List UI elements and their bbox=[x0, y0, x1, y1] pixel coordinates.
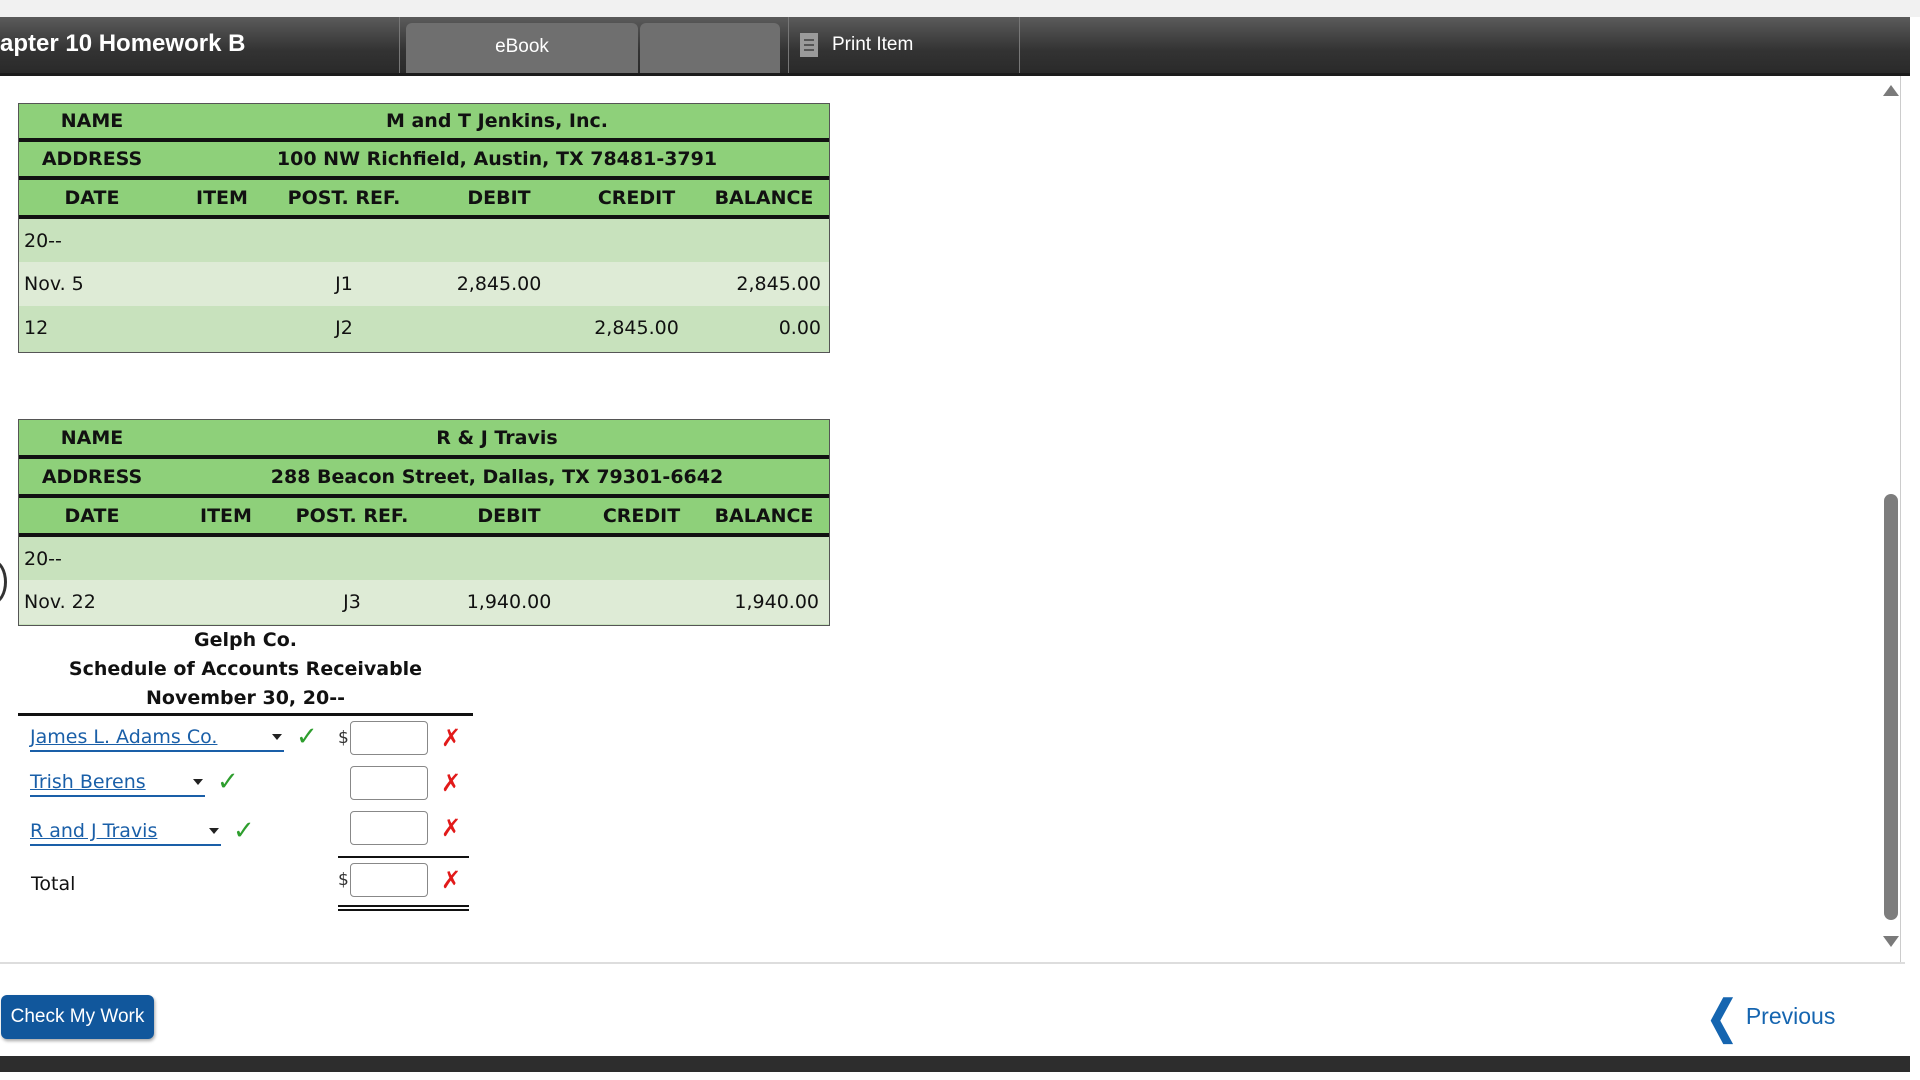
error-x-icon: ✗ bbox=[441, 769, 462, 797]
total-label: Total bbox=[31, 873, 76, 895]
chevron-down-icon bbox=[209, 828, 219, 834]
table-row: 20-- bbox=[19, 219, 829, 262]
top-gap bbox=[0, 0, 1920, 17]
toolbar-divider bbox=[399, 17, 400, 73]
check-icon: ✓ bbox=[296, 722, 318, 752]
error-x-icon: ✗ bbox=[441, 814, 462, 842]
col-balance: BALANCE bbox=[714, 186, 814, 209]
schedule-header-rule bbox=[18, 713, 473, 716]
col-debit: DEBIT bbox=[477, 504, 541, 527]
customer-select-3-value: R and J Travis bbox=[30, 820, 158, 842]
ledger-name-row: NAME R & J Travis bbox=[19, 420, 829, 459]
customer-select-2-value: Trish Berens bbox=[30, 771, 146, 793]
row-date: 12 bbox=[24, 317, 49, 339]
currency-symbol: $ bbox=[338, 870, 349, 890]
col-post-ref: POST. REF. bbox=[287, 186, 401, 209]
chevron-down-icon bbox=[272, 734, 282, 740]
toolbar-divider bbox=[1019, 17, 1020, 73]
footer-bar bbox=[0, 962, 1905, 1056]
col-debit: DEBIT bbox=[467, 186, 531, 209]
name-label: NAME bbox=[60, 426, 124, 449]
customer-select-1-value: James L. Adams Co. bbox=[30, 726, 218, 748]
print-icon bbox=[800, 32, 818, 57]
row-post-ref: J1 bbox=[335, 273, 353, 295]
error-x-icon: ✗ bbox=[441, 866, 462, 894]
ledger-travis: NAME R & J Travis ADDRESS 288 Beacon Str… bbox=[18, 419, 830, 626]
ledger-address-row: ADDRESS 288 Beacon Street, Dallas, TX 79… bbox=[19, 459, 829, 498]
customer-name: M and T Jenkins, Inc. bbox=[385, 110, 609, 132]
error-x-icon: ✗ bbox=[441, 724, 462, 752]
row-date: 20-- bbox=[24, 229, 62, 252]
row-post-ref: J2 bbox=[335, 317, 353, 339]
schedule-date: November 30, 20-- bbox=[146, 687, 345, 709]
table-row: Nov. 5 J1 2,845.00 2,845.00 bbox=[19, 262, 829, 306]
print-item-button[interactable]: Print Item bbox=[800, 29, 913, 61]
row-date: Nov. 22 bbox=[24, 591, 96, 613]
customer-select-1[interactable]: James L. Adams Co. bbox=[30, 724, 284, 752]
row-balance: 2,845.00 bbox=[736, 273, 821, 295]
col-post-ref: POST. REF. bbox=[295, 504, 409, 527]
col-credit: CREDIT bbox=[597, 186, 676, 209]
assignment-toolbar: apter 10 Homework B eBook Print Item bbox=[0, 17, 1910, 76]
check-icon: ✓ bbox=[233, 816, 255, 846]
col-credit: CREDIT bbox=[602, 504, 681, 527]
row-debit: 2,845.00 bbox=[456, 273, 542, 295]
row-balance: 1,940.00 bbox=[734, 591, 819, 613]
row-debit: 1,940.00 bbox=[466, 591, 552, 613]
customer-address: 100 NW Richfield, Austin, TX 78481-3791 bbox=[276, 148, 718, 170]
col-balance: BALANCE bbox=[714, 504, 814, 527]
total-input[interactable] bbox=[350, 863, 428, 897]
address-label: ADDRESS bbox=[41, 148, 143, 170]
customer-address: 288 Beacon Street, Dallas, TX 79301-6642 bbox=[270, 465, 724, 488]
schedule-company: Gelph Co. bbox=[194, 629, 297, 651]
amount-input-1[interactable] bbox=[350, 721, 428, 755]
tab-blank[interactable] bbox=[640, 23, 780, 73]
previous-button[interactable]: ❮ Previous bbox=[1706, 993, 1836, 1043]
col-date: DATE bbox=[64, 504, 120, 527]
row-date: 20-- bbox=[24, 547, 62, 570]
ledger-name-row: NAME M and T Jenkins, Inc. bbox=[19, 104, 829, 142]
schedule-title: Schedule of Accounts Receivable bbox=[68, 658, 423, 680]
check-icon: ✓ bbox=[217, 767, 239, 797]
ledger-jenkins: NAME M and T Jenkins, Inc. ADDRESS 100 N… bbox=[18, 103, 830, 353]
scroll-up-arrow-icon[interactable] bbox=[1883, 85, 1899, 96]
ledger-address-row: ADDRESS 100 NW Richfield, Austin, TX 784… bbox=[19, 142, 829, 180]
chevron-left-icon: ❮ bbox=[1706, 992, 1738, 1044]
customer-name: R & J Travis bbox=[436, 426, 558, 449]
ledger-column-headers: DATE ITEM POST. REF. DEBIT CREDIT BALANC… bbox=[19, 180, 829, 219]
bottom-bar bbox=[0, 1056, 1910, 1072]
toolbar-divider bbox=[788, 17, 789, 73]
scrollbar-thumb[interactable] bbox=[1884, 494, 1898, 920]
currency-symbol: $ bbox=[338, 728, 349, 748]
subtotal-rule bbox=[338, 856, 469, 858]
amount-input-2[interactable] bbox=[350, 766, 428, 800]
amount-input-3[interactable] bbox=[350, 811, 428, 845]
total-double-rule bbox=[338, 909, 469, 911]
assignment-title: apter 10 Homework B bbox=[0, 30, 246, 57]
row-balance: 0.00 bbox=[778, 317, 821, 339]
tab-ebook[interactable]: eBook bbox=[406, 23, 638, 73]
row-credit: 2,845.00 bbox=[594, 317, 679, 339]
row-post-ref: J3 bbox=[343, 591, 361, 613]
address-label: ADDRESS bbox=[41, 465, 143, 488]
table-row: 20-- bbox=[19, 537, 829, 580]
tab-ebook-label: eBook bbox=[495, 36, 549, 57]
total-double-rule bbox=[338, 905, 469, 907]
previous-label: Previous bbox=[1745, 1003, 1836, 1029]
print-item-label: Print Item bbox=[832, 34, 914, 55]
row-date: Nov. 5 bbox=[24, 273, 84, 295]
col-date: DATE bbox=[64, 186, 120, 209]
chevron-down-icon bbox=[193, 779, 203, 785]
check-my-work-button[interactable]: Check My Work bbox=[1, 995, 154, 1039]
name-label: NAME bbox=[60, 110, 124, 132]
scroll-down-arrow-icon[interactable] bbox=[1883, 936, 1899, 947]
table-row: 12 J2 2,845.00 0.00 bbox=[19, 306, 829, 350]
customer-select-2[interactable]: Trish Berens bbox=[30, 769, 205, 797]
ledger-column-headers: DATE ITEM POST. REF. DEBIT CREDIT BALANC… bbox=[19, 498, 829, 537]
table-row: Nov. 22 J3 1,940.00 1,940.00 bbox=[19, 580, 829, 624]
customer-select-3[interactable]: R and J Travis bbox=[30, 818, 221, 846]
